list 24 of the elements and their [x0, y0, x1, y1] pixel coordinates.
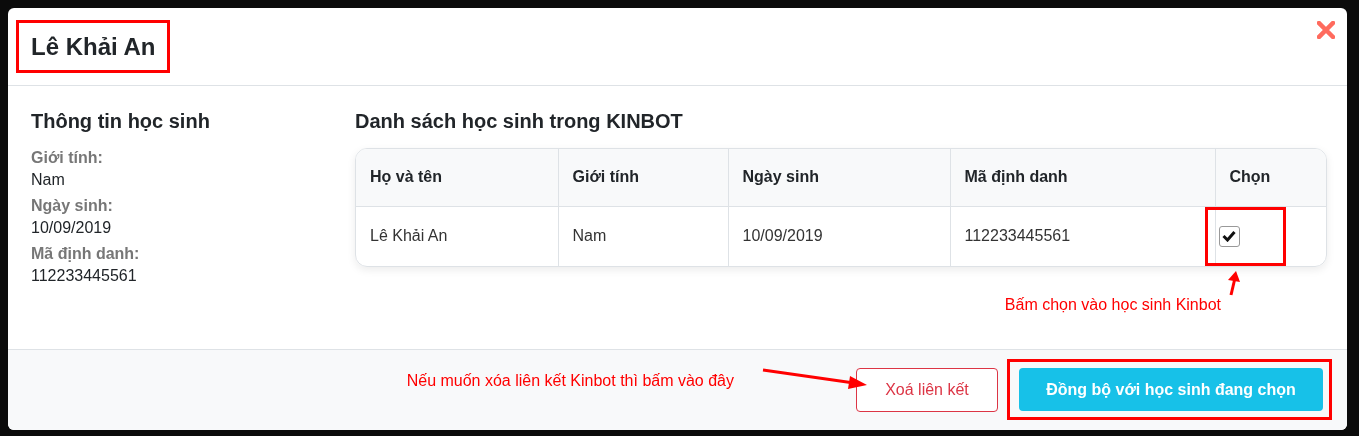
column-header: Chọn	[1215, 149, 1326, 206]
modal-title: Lê Khải An	[31, 31, 156, 62]
annotation-text: Bấm chọn vào học sinh Kinbot	[1004, 294, 1221, 315]
column-header: Họ và tên	[356, 149, 558, 206]
field-label: Mã định danh:	[31, 244, 141, 265]
checkbox[interactable]	[1218, 225, 1240, 247]
column-header: Mã định danh	[950, 149, 1215, 206]
field-value: Nam	[31, 169, 66, 190]
field-value: 112233445561	[31, 266, 138, 287]
annotation-text: Nếu muốn xóa liên kết Kinbot thì bấm vào đây	[406, 371, 734, 391]
table-cell: Lê Khải An	[356, 206, 558, 266]
field-label: Giới tính:	[31, 148, 104, 168]
table-cell: Nam	[558, 206, 728, 266]
table-cell: 10/09/2019	[728, 206, 950, 266]
annotation-arrow	[1226, 270, 1242, 296]
field-value: 10/09/2019	[31, 218, 113, 238]
unlink-button[interactable]: Xoá liên kết	[856, 368, 998, 412]
field-label: Ngày sinh:	[31, 196, 114, 217]
column-header: Ngày sinh	[728, 149, 950, 206]
check-icon	[1222, 230, 1236, 242]
table-cell: 112233445561	[950, 206, 1215, 266]
section-heading: Thông tin học sinh	[31, 109, 211, 134]
column-header: Giới tính	[558, 149, 728, 206]
section-heading: Danh sách học sinh trong KINBOT	[355, 109, 684, 134]
